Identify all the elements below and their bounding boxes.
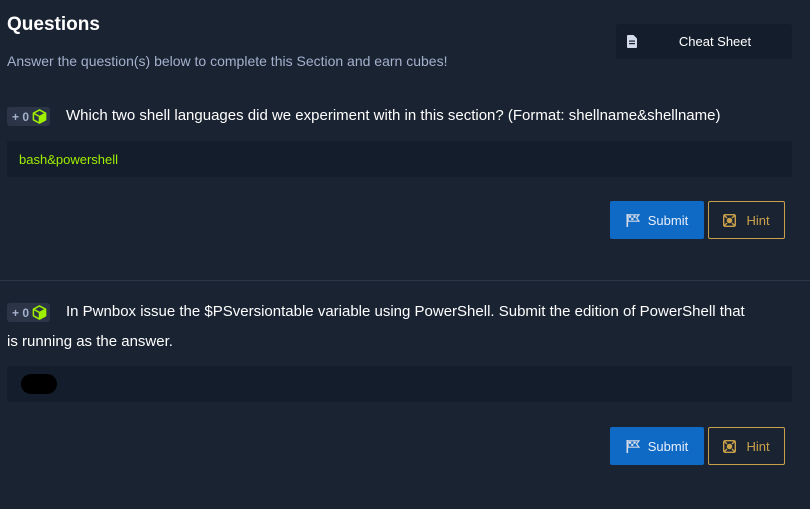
submit-button[interactable]: Submit [610, 201, 704, 239]
cube-reward-badge: + 0 [7, 107, 51, 126]
answer-field[interactable]: bash&powershell [7, 141, 792, 177]
flag-icon [626, 213, 640, 227]
answer-value: bash&powershell [19, 151, 119, 167]
page-title: Questions [7, 14, 100, 35]
questions-panel: Questions Answer the question(s) below t… [0, 0, 810, 509]
hint-button[interactable]: Hint [708, 201, 785, 239]
submit-label: Submit [647, 438, 689, 454]
submit-button[interactable]: Submit [610, 427, 704, 465]
question-text-line-2: is running as the answer. [7, 333, 173, 350]
flag-icon [626, 439, 640, 453]
reward-amount: + 0 [12, 305, 30, 320]
hint-label: Hint [746, 438, 770, 454]
cheat-sheet-button[interactable]: Cheat Sheet [616, 24, 792, 59]
redacted-answer [21, 374, 57, 394]
page-subtitle: Answer the question(s) below to complete… [7, 53, 448, 69]
hint-icon [723, 439, 737, 453]
question-text: Which two shell languages did we experim… [66, 107, 721, 124]
hint-button[interactable]: Hint [708, 427, 785, 465]
hint-label: Hint [746, 212, 770, 228]
section-divider [0, 280, 810, 281]
cube-reward-badge: + 0 [7, 303, 51, 322]
submit-label: Submit [647, 212, 689, 228]
hint-icon [723, 213, 737, 227]
cube-icon [32, 305, 47, 320]
question-text-line-1: In Pwnbox issue the $PSversiontable vari… [66, 303, 745, 320]
answer-field[interactable] [7, 366, 792, 402]
reward-amount: + 0 [12, 109, 30, 124]
cheat-sheet-label: Cheat Sheet [678, 34, 752, 49]
cube-icon [32, 109, 47, 124]
